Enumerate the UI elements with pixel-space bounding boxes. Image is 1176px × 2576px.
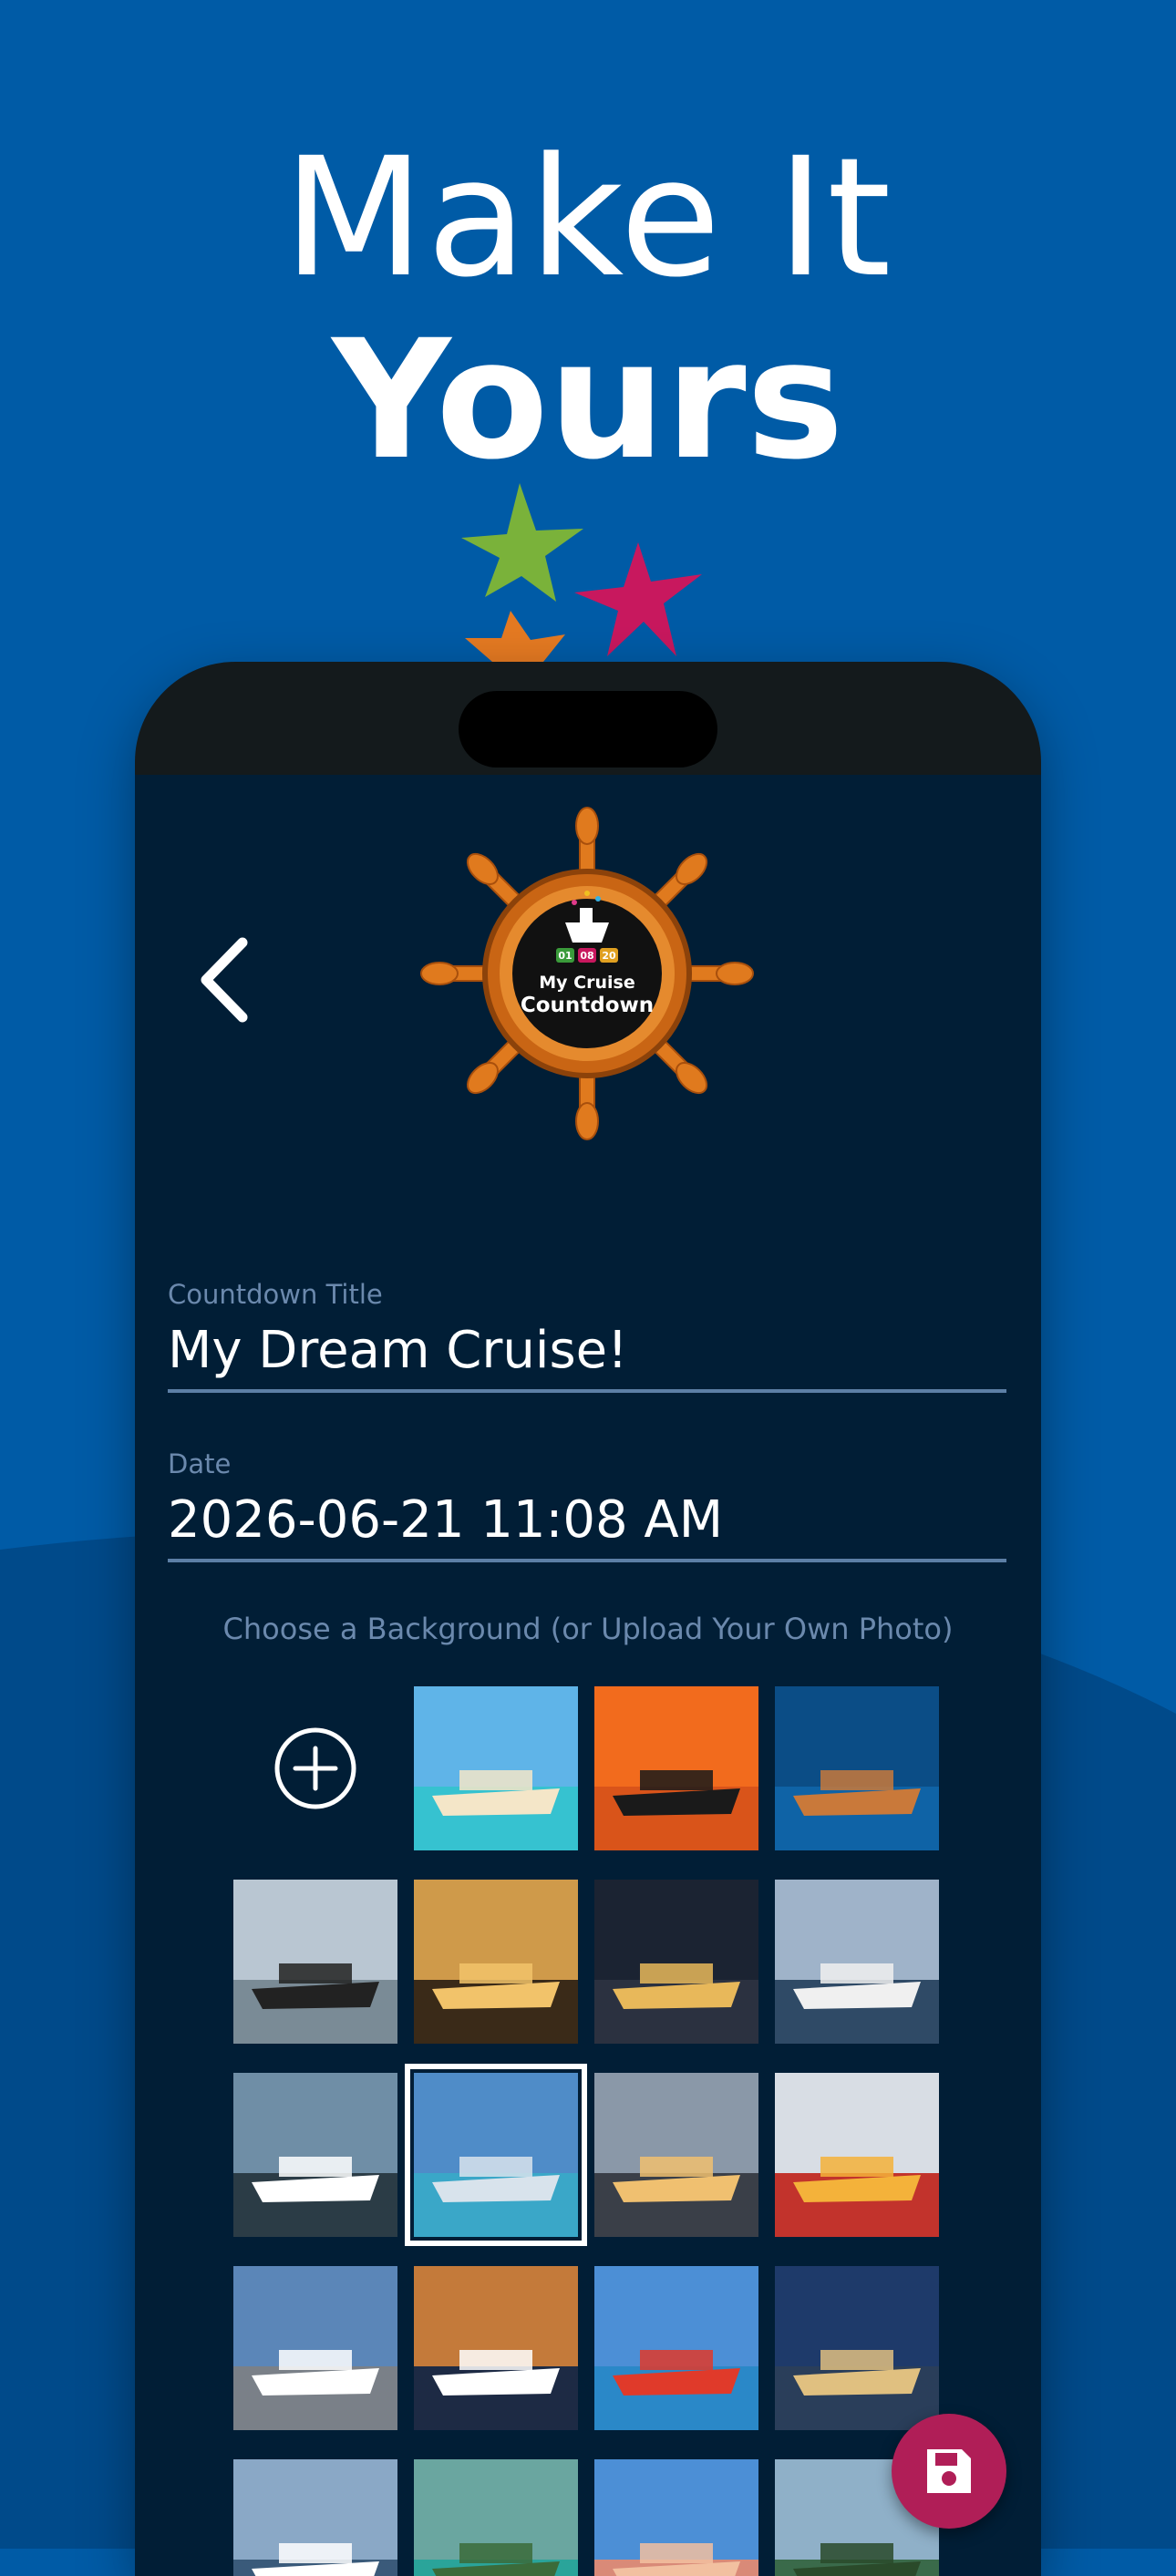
green-star-icon (461, 483, 583, 602)
thumbnail-image (414, 2459, 578, 2576)
ship-night-lights-photo[interactable] (594, 1880, 758, 2044)
countdown-title-label: Countdown Title (168, 1279, 383, 1310)
thumbnail-image (775, 2073, 939, 2237)
floppy-disk-icon (927, 2449, 971, 2493)
city-skyline-deck-photo[interactable] (405, 2064, 587, 2246)
date-field[interactable]: Date 2026-06-21 11:08 AM (168, 1446, 1006, 1562)
thumbnail-image (414, 2266, 578, 2430)
thumbnail-image (594, 1686, 758, 1850)
thumbnail-image (233, 1880, 397, 2044)
thumbnail-image (414, 2073, 578, 2237)
thumbnail-image (233, 2459, 397, 2576)
thumbnail-image (233, 2073, 397, 2237)
logo-badge-2: 08 (580, 950, 593, 962)
beach-ship-photo[interactable] (414, 1686, 578, 1850)
app-screen: 01 08 20 My Cruise Countdown Countdown T… (135, 775, 1041, 2576)
ship-pier-photo[interactable] (233, 2266, 397, 2430)
thumbnail-image (775, 1686, 939, 1850)
ship-stern-dusk-photo[interactable] (414, 1880, 578, 2044)
ship-evening-photo[interactable] (775, 2266, 939, 2430)
logo-badge-1: 01 (558, 950, 572, 962)
starfish-decoration (461, 483, 702, 675)
thumbnail-image (233, 2266, 397, 2430)
headline: Make It Yours (0, 128, 1176, 492)
thumbnail-image (414, 1880, 578, 2044)
countdown-title-field[interactable]: Countdown Title My Dream Cruise! (168, 1276, 1006, 1393)
thumbnail-image (414, 1686, 578, 1850)
thumbnail-image (775, 2266, 939, 2430)
magenta-star-icon (574, 542, 702, 656)
headline-line2: Yours (332, 305, 844, 496)
thumbnail-image (594, 2459, 758, 2576)
ship-partial-photo[interactable] (233, 2459, 397, 2576)
date-label: Date (168, 1448, 232, 1479)
phone-notch (459, 691, 717, 768)
lagoon-trees-photo[interactable] (414, 2459, 578, 2576)
thumbnail-image (594, 2266, 758, 2430)
headline-line1: Make It (283, 123, 893, 314)
sunset-ship-photo[interactable] (594, 1686, 758, 1850)
upload-photo-button[interactable] (233, 1686, 397, 1850)
thumbnail-image (594, 2073, 758, 2237)
thumbnail-image (594, 1880, 758, 2044)
colorful-deck-art-photo[interactable] (775, 2073, 939, 2237)
background-chooser-label: Choose a Background (or Upload Your Own … (222, 1612, 954, 1646)
date-input[interactable]: 2026-06-21 11:08 AM (168, 1482, 1006, 1562)
countdown-title-input[interactable]: My Dream Cruise! (168, 1313, 1006, 1393)
plus-circle-icon (274, 1727, 356, 1809)
ship-twilight-port-photo[interactable] (594, 2073, 758, 2237)
ship-wheel-icon: 01 08 20 My Cruise Countdown (420, 807, 754, 1140)
save-button[interactable] (892, 2414, 1006, 2529)
pink-resort-photo[interactable] (594, 2459, 758, 2576)
logo-text-line2: Countdown (521, 994, 654, 1017)
thumbnail-image (775, 1880, 939, 2044)
carnival-funnel-photo[interactable] (594, 2266, 758, 2430)
phone-frame: 01 08 20 My Cruise Countdown Countdown T… (135, 662, 1041, 2576)
chevron-left-icon (201, 937, 248, 1023)
ship-dramatic-sky-photo[interactable] (414, 2266, 578, 2430)
ship-open-sea-photo[interactable] (233, 2073, 397, 2237)
app-logo: 01 08 20 My Cruise Countdown (419, 806, 755, 1141)
aerial-wake-photo[interactable] (775, 1686, 939, 1850)
back-button[interactable] (190, 930, 263, 1030)
logo-badge-3: 20 (602, 950, 616, 962)
logo-text-line1: My Cruise (539, 973, 634, 993)
white-ship-harbor-photo[interactable] (775, 1880, 939, 2044)
steamboat-mountains-photo[interactable] (233, 1880, 397, 2044)
